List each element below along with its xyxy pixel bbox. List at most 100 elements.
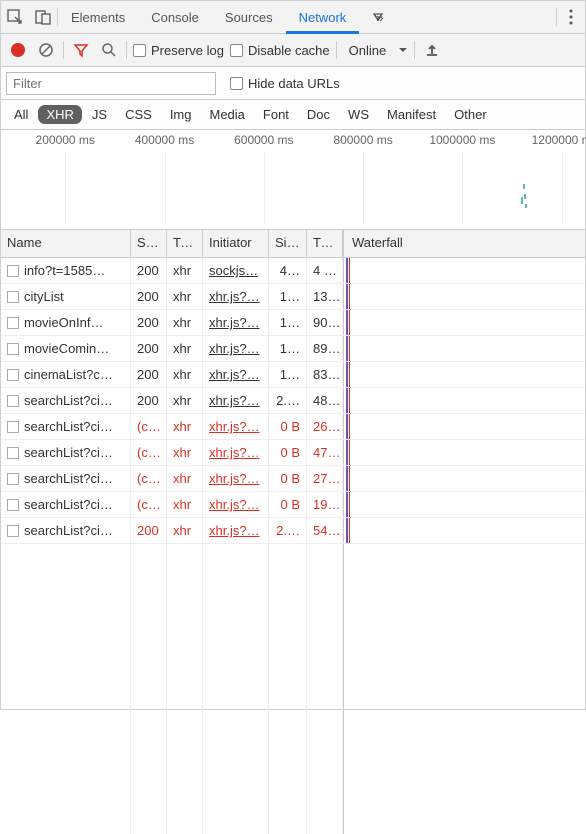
- request-type: xhr: [167, 388, 203, 413]
- waterfall-cell: [343, 258, 585, 283]
- timeline-tick: 1000000 ms: [429, 133, 495, 147]
- col-waterfall[interactable]: Waterfall: [343, 230, 585, 257]
- upload-har-icon[interactable]: [421, 39, 443, 61]
- request-row[interactable]: movieOnInf…200xhrxhr.js?…1…90…: [1, 310, 585, 336]
- request-name: searchList?ci…: [24, 445, 113, 460]
- file-icon: [7, 265, 19, 277]
- request-initiator[interactable]: xhr.js?…: [209, 523, 260, 538]
- tab-console[interactable]: Console: [138, 1, 212, 34]
- type-filter-js[interactable]: JS: [84, 105, 115, 124]
- col-type[interactable]: Ty…: [167, 230, 203, 257]
- request-row[interactable]: cityList200xhrxhr.js?…1…13…: [1, 284, 585, 310]
- request-initiator[interactable]: xhr.js?…: [209, 393, 260, 408]
- type-filter-doc[interactable]: Doc: [299, 105, 338, 124]
- request-initiator[interactable]: xhr.js?…: [209, 289, 260, 304]
- request-row[interactable]: searchList?ci…200xhrxhr.js?…2.…54…: [1, 518, 585, 544]
- divider: [126, 41, 127, 59]
- request-type: xhr: [167, 362, 203, 387]
- file-icon: [7, 317, 19, 329]
- divider: [414, 41, 415, 59]
- request-initiator[interactable]: xhr.js?…: [209, 419, 260, 434]
- request-name: searchList?ci…: [24, 471, 113, 486]
- request-initiator[interactable]: xhr.js?…: [209, 471, 260, 486]
- waterfall-cell: [343, 336, 585, 361]
- request-initiator[interactable]: xhr.js?…: [209, 315, 260, 330]
- request-status: 200: [131, 518, 167, 543]
- col-size[interactable]: Size: [269, 230, 307, 257]
- request-size: 0 B: [269, 466, 307, 491]
- request-status: (c…: [131, 492, 167, 517]
- request-row[interactable]: info?t=1585…200xhrsockjs…4…4 …: [1, 258, 585, 284]
- tab-sources[interactable]: Sources: [212, 1, 286, 34]
- type-filter-css[interactable]: CSS: [117, 105, 160, 124]
- timeline-tick: 1200000 m: [532, 133, 586, 147]
- request-row[interactable]: cinemaList?c…200xhrxhr.js?…1…83…: [1, 362, 585, 388]
- request-time: 47…: [307, 440, 343, 465]
- filter-icon[interactable]: [70, 39, 92, 61]
- hide-data-urls-checkbox[interactable]: Hide data URLs: [230, 76, 340, 91]
- request-row[interactable]: searchList?ci…(c…xhrxhr.js?…0 B26…: [1, 414, 585, 440]
- request-status: 200: [131, 336, 167, 361]
- tab-network[interactable]: Network: [286, 1, 360, 34]
- request-initiator[interactable]: xhr.js?…: [209, 341, 260, 356]
- type-filter-bar: AllXHRJSCSSImgMediaFontDocWSManifestOthe…: [1, 100, 585, 130]
- more-tabs-icon[interactable]: »: [359, 1, 396, 34]
- table-header: Name St… Ty… Initiator Size Ti… Waterfal…: [1, 230, 585, 258]
- request-initiator[interactable]: xhr.js?…: [209, 445, 260, 460]
- col-name[interactable]: Name: [1, 230, 131, 257]
- type-filter-manifest[interactable]: Manifest: [379, 105, 444, 124]
- request-initiator[interactable]: xhr.js?…: [209, 497, 260, 512]
- waterfall-cell: [343, 310, 585, 335]
- request-initiator[interactable]: xhr.js?…: [209, 367, 260, 382]
- type-filter-font[interactable]: Font: [255, 105, 297, 124]
- type-filter-img[interactable]: Img: [162, 105, 200, 124]
- timeline-tick: 600000 ms: [234, 133, 293, 147]
- chevron-down-icon[interactable]: [398, 45, 408, 55]
- request-name: cityList: [24, 289, 64, 304]
- request-time: 19…: [307, 492, 343, 517]
- file-icon: [7, 447, 19, 459]
- timeline-tick: 800000 ms: [333, 133, 392, 147]
- col-time[interactable]: Ti…: [307, 230, 343, 257]
- request-row[interactable]: movieComin…200xhrxhr.js?…1…89…: [1, 336, 585, 362]
- request-row[interactable]: searchList?ci…200xhrxhr.js?…2.…48…: [1, 388, 585, 414]
- file-icon: [7, 395, 19, 407]
- timeline-marker: [524, 194, 526, 199]
- type-filter-other[interactable]: Other: [446, 105, 495, 124]
- waterfall-cell: [343, 440, 585, 465]
- waterfall-cell: [343, 388, 585, 413]
- request-type: xhr: [167, 492, 203, 517]
- type-filter-ws[interactable]: WS: [340, 105, 377, 124]
- divider: [336, 41, 337, 59]
- col-initiator[interactable]: Initiator: [203, 230, 269, 257]
- clear-button[interactable]: [35, 39, 57, 61]
- request-row[interactable]: searchList?ci…(c…xhrxhr.js?…0 B19…: [1, 492, 585, 518]
- type-filter-all[interactable]: All: [6, 105, 36, 124]
- inspect-icon[interactable]: [1, 1, 29, 34]
- request-row[interactable]: searchList?ci…(c…xhrxhr.js?…0 B27…: [1, 466, 585, 492]
- type-filter-xhr[interactable]: XHR: [38, 105, 81, 124]
- tab-elements[interactable]: Elements: [58, 1, 138, 34]
- request-initiator[interactable]: sockjs…: [209, 263, 258, 278]
- timeline-overview[interactable]: 200000 ms400000 ms600000 ms800000 ms1000…: [1, 130, 585, 230]
- request-time: 48…: [307, 388, 343, 413]
- kebab-menu-icon[interactable]: [557, 1, 585, 34]
- filter-input[interactable]: [6, 72, 216, 95]
- disable-cache-checkbox[interactable]: Disable cache: [230, 43, 330, 58]
- request-time: 26…: [307, 414, 343, 439]
- device-toggle-icon[interactable]: [29, 1, 57, 34]
- record-button[interactable]: [7, 39, 29, 61]
- preserve-log-checkbox[interactable]: Preserve log: [133, 43, 224, 58]
- timeline-tick: 200000 ms: [36, 133, 95, 147]
- request-size: 1…: [269, 284, 307, 309]
- col-status[interactable]: St…: [131, 230, 167, 257]
- search-icon[interactable]: [98, 39, 120, 61]
- file-icon: [7, 421, 19, 433]
- throttling-select[interactable]: Online: [343, 43, 393, 58]
- request-size: 1…: [269, 336, 307, 361]
- request-type: xhr: [167, 284, 203, 309]
- request-time: 83…: [307, 362, 343, 387]
- type-filter-media[interactable]: Media: [201, 105, 252, 124]
- request-row[interactable]: searchList?ci…(c…xhrxhr.js?…0 B47…: [1, 440, 585, 466]
- request-type: xhr: [167, 336, 203, 361]
